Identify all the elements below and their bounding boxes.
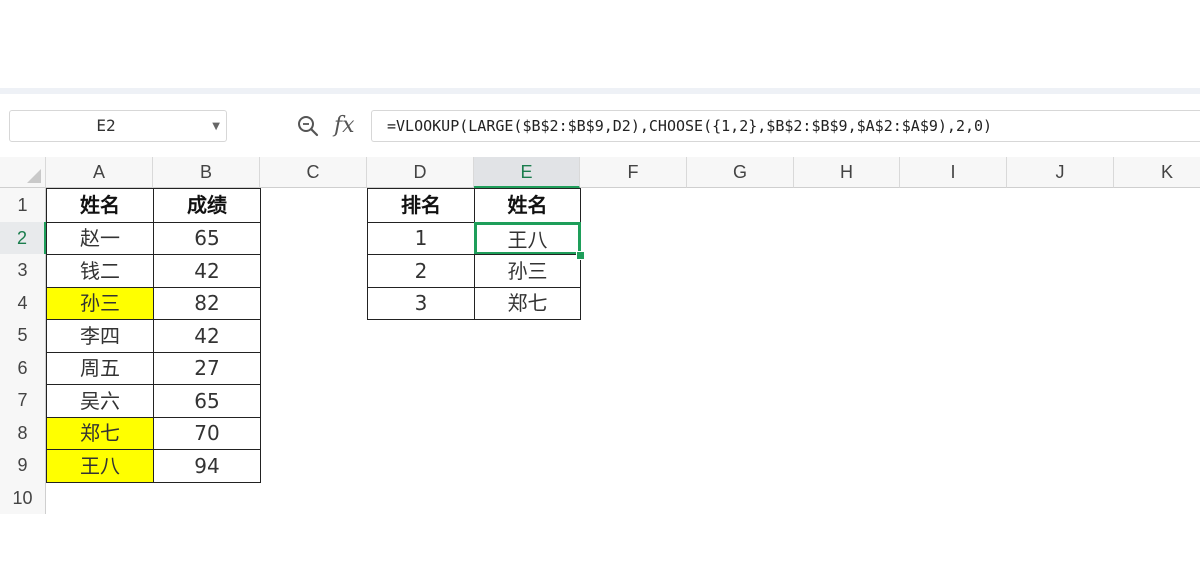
row-header-4[interactable]: 4	[0, 287, 46, 319]
score-cell[interactable]: 65	[153, 384, 261, 418]
column-header-e[interactable]: E	[474, 157, 580, 188]
fx-icon[interactable]: fx	[334, 110, 355, 142]
score-cell[interactable]: 27	[153, 352, 261, 385]
column-header-b[interactable]: B	[153, 157, 260, 188]
name-cell[interactable]: 吴六	[46, 384, 154, 418]
name-cell[interactable]: 钱二	[46, 254, 154, 288]
row-header-3[interactable]: 3	[0, 254, 46, 287]
row-header-6[interactable]: 6	[0, 352, 46, 384]
table-header-cell[interactable]: 成绩	[153, 188, 261, 223]
zoom-icon[interactable]	[296, 114, 320, 138]
column-header-k[interactable]: K	[1114, 157, 1200, 188]
score-cell[interactable]: 42	[153, 254, 261, 288]
name-box-value: E2	[96, 116, 116, 135]
rank-cell[interactable]: 3	[367, 287, 475, 320]
row-header-10[interactable]: 10	[0, 482, 46, 514]
column-header-d[interactable]: D	[367, 157, 474, 188]
name-cell[interactable]: 赵一	[46, 222, 154, 255]
name-cell[interactable]: 李四	[46, 319, 154, 353]
column-header-i[interactable]: I	[900, 157, 1007, 188]
row-header-5[interactable]: 5	[0, 319, 46, 352]
row-header-7[interactable]: 7	[0, 384, 46, 417]
result-name-cell[interactable]: 郑七	[474, 287, 581, 320]
select-all-corner[interactable]	[0, 157, 46, 188]
row-header-9[interactable]: 9	[0, 449, 46, 482]
rank-cell[interactable]: 1	[367, 222, 475, 255]
toolbar-strip	[0, 88, 1200, 94]
score-cell[interactable]: 82	[153, 287, 261, 320]
name-cell[interactable]: 郑七	[46, 417, 154, 450]
formula-text: =VLOOKUP(LARGE($B$2:$B$9,D2),CHOOSE({1,2…	[387, 117, 993, 135]
row-header-2[interactable]: 2	[0, 222, 46, 254]
name-cell[interactable]: 周五	[46, 352, 154, 385]
name-box[interactable]: E2 ▼	[9, 110, 227, 142]
row-header-1[interactable]: 1	[0, 188, 46, 222]
column-header-j[interactable]: J	[1007, 157, 1114, 188]
table-header-cell[interactable]: 姓名	[474, 188, 581, 223]
formula-bar[interactable]: =VLOOKUP(LARGE($B$2:$B$9,D2),CHOOSE({1,2…	[371, 110, 1200, 142]
table-header-cell[interactable]: 排名	[367, 188, 475, 223]
score-cell[interactable]: 42	[153, 319, 261, 353]
result-name-cell[interactable]: 孙三	[474, 254, 581, 288]
name-cell[interactable]: 孙三	[46, 287, 154, 320]
chevron-down-icon[interactable]: ▼	[212, 121, 220, 132]
column-header-c[interactable]: C	[260, 157, 367, 188]
score-cell[interactable]: 94	[153, 449, 261, 483]
rank-cell[interactable]: 2	[367, 254, 475, 288]
active-cell[interactable]: 王八	[474, 222, 581, 255]
column-header-a[interactable]: A	[46, 157, 153, 188]
score-cell[interactable]: 65	[153, 222, 261, 255]
table-header-cell[interactable]: 姓名	[46, 188, 154, 223]
column-header-h[interactable]: H	[794, 157, 900, 188]
score-cell[interactable]: 70	[153, 417, 261, 450]
column-header-g[interactable]: G	[687, 157, 794, 188]
name-cell[interactable]: 王八	[46, 449, 154, 483]
column-header-f[interactable]: F	[580, 157, 687, 188]
fill-handle[interactable]	[576, 251, 585, 260]
row-header-8[interactable]: 8	[0, 417, 46, 449]
